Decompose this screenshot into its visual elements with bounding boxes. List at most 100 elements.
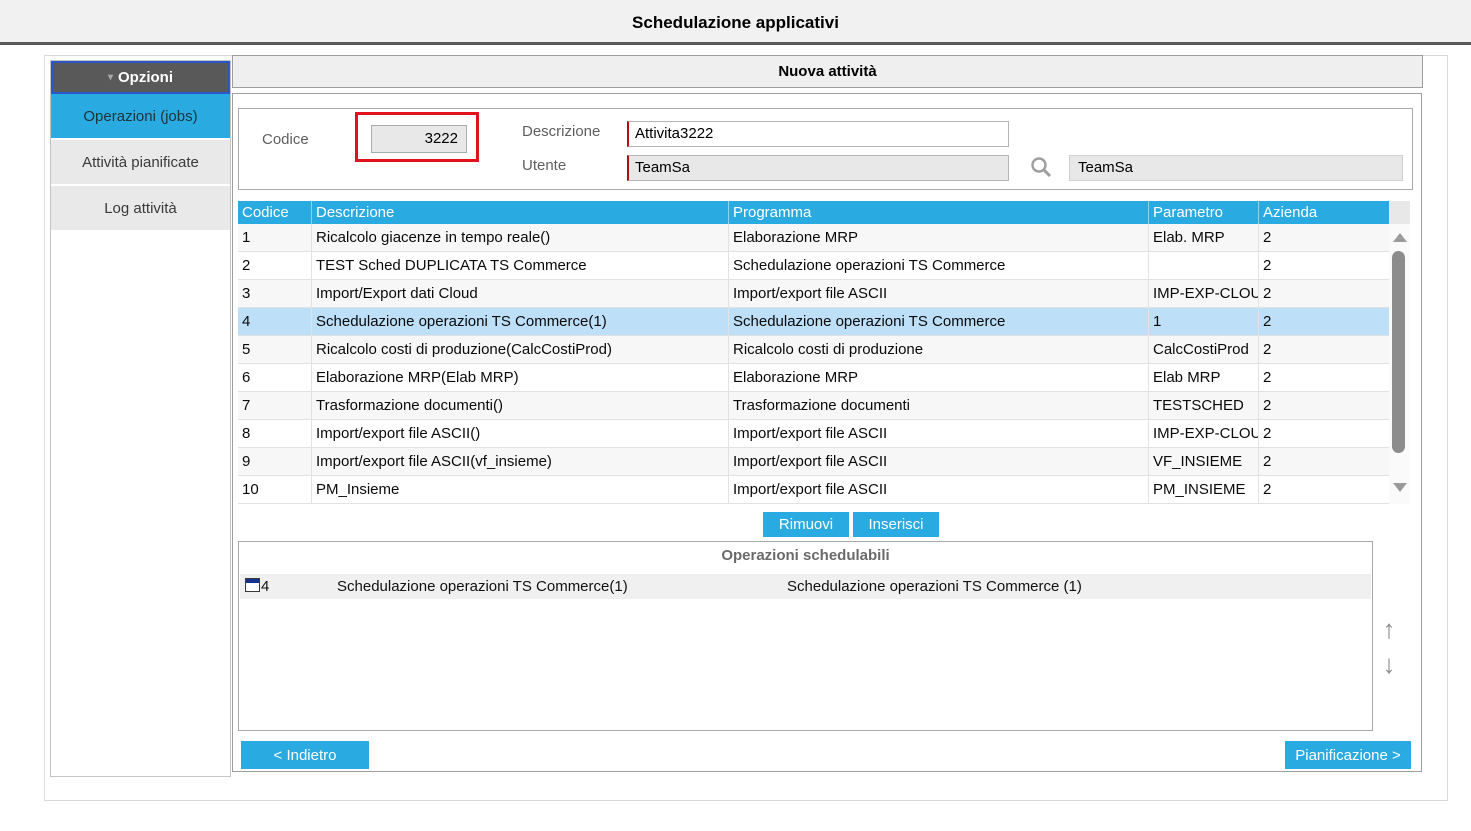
table-cell-parametro xyxy=(1148,252,1258,279)
table-cell-programma: Trasformazione documenti xyxy=(728,392,1148,419)
table-row[interactable]: 2TEST Sched DUPLICATA TS CommerceSchedul… xyxy=(238,252,1389,280)
panel-title: Nuova attività xyxy=(778,63,876,80)
sidebar-item-label: Operazioni (jobs) xyxy=(83,108,197,125)
table-row[interactable]: 5Ricalcolo costi di produzione(CalcCosti… xyxy=(238,336,1389,364)
table-row[interactable]: 8Import/export file ASCII()Import/export… xyxy=(238,420,1389,448)
schedulable-operations-title: Operazioni schedulabili xyxy=(239,547,1372,564)
table-cell-azienda: 2 xyxy=(1258,476,1389,503)
utente-field[interactable]: TeamSa xyxy=(627,155,1009,181)
sidebar-item-operazioni-jobs[interactable]: Operazioni (jobs) xyxy=(51,94,230,140)
table-row[interactable]: 3Import/Export dati CloudImport/export f… xyxy=(238,280,1389,308)
table-cell-programma: Ricalcolo costi di produzione xyxy=(728,336,1148,363)
indietro-button[interactable]: < Indietro xyxy=(241,741,369,769)
utente-lookup-field[interactable]: TeamSa xyxy=(1069,155,1403,181)
table-row[interactable]: 7Trasformazione documenti()Trasformazion… xyxy=(238,392,1389,420)
schedulable-row-descrizione: Schedulazione operazioni TS Commerce(1) xyxy=(337,578,628,595)
schedulable-row-programma: Schedulazione operazioni TS Commerce (1) xyxy=(787,578,1082,595)
table-cell-descrizione: Trasformazione documenti() xyxy=(311,392,728,419)
pianificazione-button[interactable]: Pianificazione > xyxy=(1285,741,1411,769)
table-cell-descrizione: Ricalcolo costi di produzione(CalcCostiP… xyxy=(311,336,728,363)
table-cell-azienda: 2 xyxy=(1258,224,1389,251)
table-scrollbar[interactable] xyxy=(1389,201,1410,504)
table-cell-azienda: 2 xyxy=(1258,252,1389,279)
table-cell-parametro: Elab MRP xyxy=(1148,364,1258,391)
table-cell-parametro: CalcCostiProd xyxy=(1148,336,1258,363)
table-cell-codice: 1 xyxy=(238,224,311,251)
column-header-azienda[interactable]: Azienda xyxy=(1258,201,1389,224)
table-row[interactable]: 4Schedulazione operazioni TS Commerce(1)… xyxy=(238,308,1389,336)
schedulable-row[interactable]: 4 Schedulazione operazioni TS Commerce(1… xyxy=(240,574,1371,599)
table-cell-parametro: IMP-EXP-CLOU xyxy=(1148,280,1258,307)
schedulable-row-code: 4 xyxy=(261,578,269,595)
table-cell-azienda: 2 xyxy=(1258,420,1389,447)
inserisci-button[interactable]: Inserisci xyxy=(853,512,939,537)
scroll-down-icon[interactable] xyxy=(1393,483,1407,492)
main-panel: Codice 3222 Descrizione Attivita3222 Ute… xyxy=(232,93,1422,772)
table-cell-codice: 4 xyxy=(238,308,311,335)
column-header-parametro[interactable]: Parametro xyxy=(1148,201,1258,224)
table-cell-descrizione: Elaborazione MRP(Elab MRP) xyxy=(311,364,728,391)
table-cell-programma: Import/export file ASCII xyxy=(728,448,1148,475)
codice-field[interactable]: 3222 xyxy=(371,125,467,153)
table-cell-parametro: TESTSCHED xyxy=(1148,392,1258,419)
sidebar-item-label: Log attività xyxy=(104,200,177,217)
sidebar-header-opzioni[interactable]: ▾ Opzioni xyxy=(51,61,230,94)
page-title: Schedulazione applicativi xyxy=(0,13,1471,33)
table-cell-codice: 3 xyxy=(238,280,311,307)
table-cell-azienda: 2 xyxy=(1258,364,1389,391)
options-caret-icon: ▾ xyxy=(108,72,113,83)
table-cell-parametro: PM_INSIEME xyxy=(1148,476,1258,503)
table-cell-azienda: 2 xyxy=(1258,336,1389,363)
table-cell-codice: 2 xyxy=(238,252,311,279)
table-cell-codice: 7 xyxy=(238,392,311,419)
table-row[interactable]: 6Elaborazione MRP(Elab MRP)Elaborazione … xyxy=(238,364,1389,392)
descrizione-field[interactable]: Attivita3222 xyxy=(627,121,1009,147)
sidebar-item-label: Attività pianificate xyxy=(82,154,199,171)
rimuovi-button[interactable]: Rimuovi xyxy=(763,512,849,537)
sidebar-item-attivita-pianificate[interactable]: Attività pianificate xyxy=(51,140,230,186)
move-up-icon[interactable]: ↑ xyxy=(1374,614,1404,646)
table-cell-azienda: 2 xyxy=(1258,448,1389,475)
table-cell-parametro: IMP-EXP-CLOU xyxy=(1148,420,1258,447)
sidebar-item-log-attivita[interactable]: Log attività xyxy=(51,186,230,232)
table-row[interactable]: 10PM_InsiemeImport/export file ASCIIPM_I… xyxy=(238,476,1389,504)
table-cell-azienda: 2 xyxy=(1258,392,1389,419)
table-cell-parametro: Elab. MRP xyxy=(1148,224,1258,251)
table-cell-descrizione: Schedulazione operazioni TS Commerce(1) xyxy=(311,308,728,335)
utente-label: Utente xyxy=(522,157,566,174)
column-header-programma[interactable]: Programma xyxy=(728,201,1148,224)
move-down-icon[interactable]: ↓ xyxy=(1374,649,1404,681)
column-header-descrizione[interactable]: Descrizione xyxy=(311,201,728,224)
table-cell-codice: 8 xyxy=(238,420,311,447)
table-cell-programma: Elaborazione MRP xyxy=(728,364,1148,391)
sidebar: ▾ Opzioni Operazioni (jobs) Attività pia… xyxy=(50,60,231,777)
column-header-codice[interactable]: Codice xyxy=(238,201,311,224)
panel-header: Nuova attività xyxy=(232,55,1423,88)
scrollbar-header-stub xyxy=(1389,201,1410,224)
search-icon[interactable] xyxy=(1027,155,1055,181)
schedulable-operations-panel: Operazioni schedulabili 4 Schedulazione … xyxy=(238,541,1373,731)
table-cell-codice: 5 xyxy=(238,336,311,363)
descrizione-label: Descrizione xyxy=(522,123,600,140)
app-title-bar: Schedulazione applicativi xyxy=(0,0,1471,45)
activity-form: Codice 3222 Descrizione Attivita3222 Ute… xyxy=(238,108,1413,190)
scrollbar-thumb[interactable] xyxy=(1392,251,1405,453)
table-cell-codice: 10 xyxy=(238,476,311,503)
table-cell-descrizione: PM_Insieme xyxy=(311,476,728,503)
table-cell-descrizione: Ricalcolo giacenze in tempo reale() xyxy=(311,224,728,251)
jobs-table-header: CodiceDescrizioneProgrammaParametroAzien… xyxy=(238,201,1389,224)
table-cell-azienda: 2 xyxy=(1258,280,1389,307)
scroll-up-icon[interactable] xyxy=(1393,233,1407,242)
jobs-table: CodiceDescrizioneProgrammaParametroAzien… xyxy=(238,201,1389,504)
window-icon[interactable] xyxy=(245,578,260,592)
table-cell-programma: Elaborazione MRP xyxy=(728,224,1148,251)
table-cell-programma: Schedulazione operazioni TS Commerce xyxy=(728,252,1148,279)
table-cell-parametro: 1 xyxy=(1148,308,1258,335)
table-cell-descrizione: TEST Sched DUPLICATA TS Commerce xyxy=(311,252,728,279)
table-cell-programma: Import/export file ASCII xyxy=(728,476,1148,503)
table-cell-codice: 6 xyxy=(238,364,311,391)
table-cell-programma: Schedulazione operazioni TS Commerce xyxy=(728,308,1148,335)
table-row[interactable]: 1Ricalcolo giacenze in tempo reale()Elab… xyxy=(238,224,1389,252)
table-cell-descrizione: Import/Export dati Cloud xyxy=(311,280,728,307)
table-row[interactable]: 9Import/export file ASCII(vf_insieme)Imp… xyxy=(238,448,1389,476)
